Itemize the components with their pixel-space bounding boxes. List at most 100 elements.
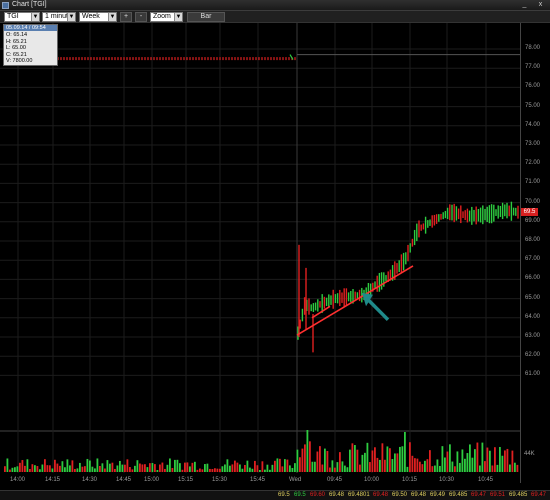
volume-bar bbox=[199, 468, 201, 472]
volume-bar bbox=[506, 448, 509, 472]
volume-bar bbox=[144, 464, 146, 472]
volume-bar bbox=[444, 457, 446, 472]
volume-bar bbox=[336, 462, 339, 472]
volume-bar bbox=[91, 466, 94, 472]
status-quote: 69.485 bbox=[449, 492, 468, 498]
volume-bar bbox=[16, 466, 19, 472]
price-tick-label: 74.00 bbox=[525, 121, 541, 128]
volume-bar bbox=[309, 441, 311, 472]
volume-bar bbox=[284, 459, 286, 472]
ohlc-header: 05.09.14 / 09:54 bbox=[4, 25, 57, 32]
volume-bar bbox=[249, 467, 251, 472]
chevron-down-icon[interactable]: ▼ bbox=[108, 13, 116, 21]
status-quote: 69.60 bbox=[310, 492, 326, 498]
price-tick-label: 70.00 bbox=[525, 198, 541, 205]
volume-bar bbox=[166, 464, 169, 472]
volume-bar bbox=[391, 459, 394, 472]
volume-bar bbox=[411, 455, 414, 472]
volume-bar bbox=[224, 464, 226, 472]
status-quote: 69.47 bbox=[471, 492, 487, 498]
volume-bar bbox=[286, 459, 289, 472]
volume-bar bbox=[114, 468, 116, 472]
volume-bar bbox=[396, 453, 399, 472]
volume-bar bbox=[86, 458, 89, 472]
volume-bar bbox=[459, 462, 461, 472]
volume-bar bbox=[339, 452, 341, 472]
volume-bar bbox=[129, 467, 131, 472]
volume-bar bbox=[406, 466, 409, 472]
price-axis: 78.00 77.00 76.00 75.00 74.00 73.00 72.00 71.00… bbox=[520, 23, 550, 483]
bar-style-button[interactable]: Bar bbox=[187, 12, 225, 22]
volume-bar bbox=[331, 460, 334, 472]
price-chart[interactable]: 14:00 14:15 14:30 14:45 15:00 15:15 15:30 15:45… bbox=[0, 23, 520, 483]
time-tick-label: 14:45 bbox=[116, 477, 132, 483]
status-quote: 69.49 bbox=[430, 492, 446, 498]
volume-bar bbox=[504, 450, 506, 472]
status-quote: 69.5 bbox=[278, 492, 290, 498]
volume-bar bbox=[241, 468, 244, 472]
price-tick-label: 64.00 bbox=[525, 313, 541, 320]
volume-bar bbox=[119, 460, 121, 472]
zoom-in-button[interactable]: + bbox=[120, 12, 132, 22]
volume-bar bbox=[351, 443, 354, 472]
status-quote: 69.5 bbox=[294, 492, 306, 498]
volume-bar bbox=[479, 465, 481, 472]
symbol-select[interactable]: TGI ▼ bbox=[4, 12, 40, 22]
volume-bar bbox=[274, 460, 276, 472]
chevron-down-icon[interactable]: ▼ bbox=[174, 13, 182, 21]
volume-bar bbox=[141, 464, 144, 472]
volume-bar bbox=[474, 449, 476, 472]
close-button[interactable]: x bbox=[536, 1, 545, 9]
volume-bar bbox=[159, 464, 161, 472]
volume-bar bbox=[106, 460, 109, 472]
chevron-down-icon[interactable]: ▼ bbox=[67, 13, 75, 21]
price-tick-label: 69.00 bbox=[525, 217, 541, 224]
price-tick-label: 63.00 bbox=[525, 333, 541, 339]
volume-bar bbox=[461, 449, 464, 472]
time-tick-label: 15:45 bbox=[250, 477, 266, 483]
volume-bar bbox=[324, 448, 326, 472]
volume-bar bbox=[234, 460, 236, 472]
status-quote: 69.48 bbox=[411, 492, 427, 498]
volume-bar bbox=[409, 442, 411, 472]
range-select[interactable]: Week ▼ bbox=[79, 12, 117, 22]
volume-bar bbox=[81, 466, 84, 472]
zoom-select[interactable]: Zoom ▼ bbox=[150, 12, 183, 22]
volume-bar bbox=[51, 468, 54, 472]
volume-bar bbox=[254, 460, 256, 472]
time-tick-label: 10:30 bbox=[439, 477, 455, 483]
volume-bar bbox=[361, 454, 364, 472]
volume-bar bbox=[196, 469, 199, 472]
volume-bar bbox=[414, 458, 416, 472]
volume-bar bbox=[321, 464, 324, 472]
volume-bar bbox=[371, 450, 374, 472]
volume-bar bbox=[229, 465, 231, 472]
price-tick-label: 61.00 bbox=[525, 371, 541, 378]
volume-bar bbox=[466, 453, 469, 472]
annotation-arrow bbox=[365, 297, 390, 321]
volume-bar bbox=[21, 460, 24, 472]
volume-bar bbox=[306, 430, 309, 472]
volume-bar bbox=[436, 459, 439, 472]
volume-bar bbox=[486, 447, 489, 472]
volume-bar bbox=[134, 465, 136, 472]
volume-bar bbox=[71, 460, 74, 472]
volume-bar bbox=[41, 464, 44, 472]
volume-bar bbox=[294, 463, 296, 472]
volume-bar bbox=[139, 463, 141, 472]
minimize-button[interactable]: _ bbox=[520, 1, 529, 9]
volume-bar bbox=[491, 465, 494, 472]
volume-bar bbox=[201, 469, 204, 472]
volume-bar bbox=[269, 469, 271, 472]
window-title: Chart [TGI] bbox=[12, 1, 47, 8]
volume-bar bbox=[89, 460, 91, 472]
volume-bar bbox=[149, 463, 151, 472]
zoom-out-button[interactable]: - bbox=[135, 12, 147, 22]
price-tick-label: 68.00 bbox=[525, 237, 541, 243]
volume-bar bbox=[421, 464, 424, 472]
volume-bar bbox=[366, 442, 369, 472]
volume-bar bbox=[226, 459, 229, 472]
chevron-down-icon[interactable]: ▼ bbox=[31, 13, 39, 21]
volume-bar bbox=[316, 451, 319, 472]
interval-select[interactable]: 1 minute ▼ bbox=[42, 12, 76, 22]
